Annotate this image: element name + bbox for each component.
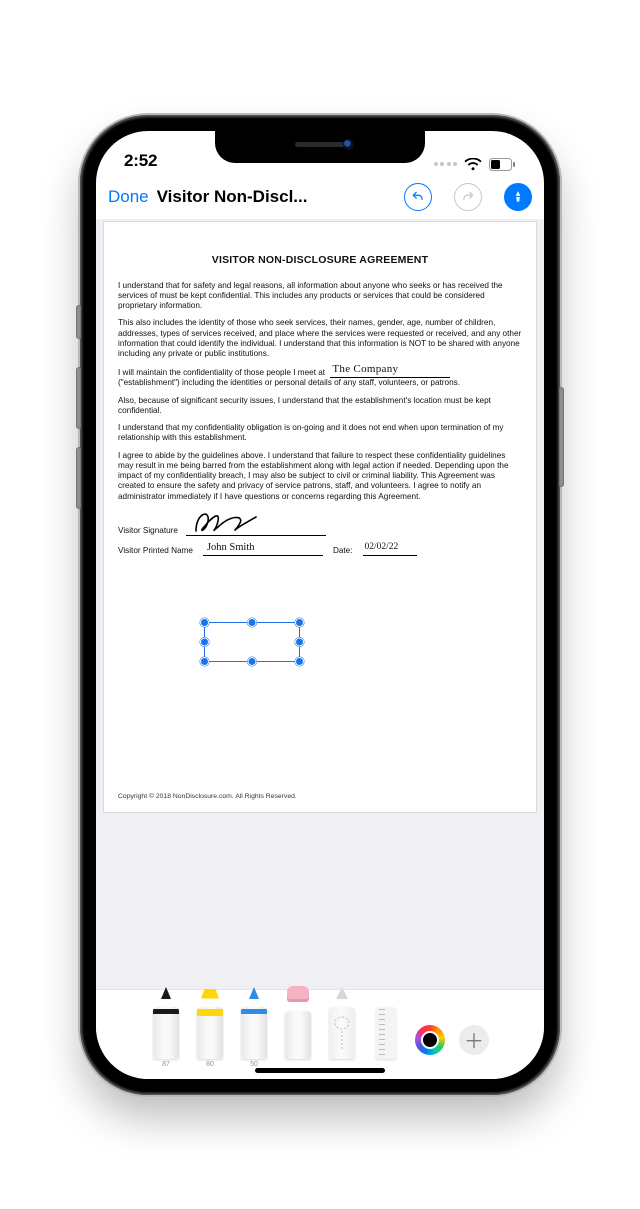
redo-button[interactable] bbox=[454, 183, 482, 211]
doc-heading: VISITOR NON-DISCLOSURE AGREEMENT bbox=[118, 254, 522, 267]
ruler-tool[interactable] bbox=[371, 999, 401, 1071]
notch bbox=[215, 131, 425, 163]
selection-handle-bm[interactable] bbox=[248, 657, 257, 666]
date-field: 02/02/22 bbox=[363, 544, 417, 556]
selection-handle-tm[interactable] bbox=[248, 618, 257, 627]
selection-rectangle[interactable] bbox=[204, 622, 300, 662]
signature-line bbox=[186, 524, 326, 536]
nav-bar: Done Visitor Non-Discl... bbox=[96, 175, 544, 219]
home-indicator[interactable] bbox=[255, 1068, 385, 1073]
add-annotation-button[interactable]: ＋ bbox=[459, 1025, 489, 1055]
paragraph-text: I will maintain the confidentiality of t… bbox=[118, 368, 325, 377]
signature-mark bbox=[190, 507, 260, 537]
tool-label: 87 bbox=[162, 1061, 170, 1071]
document-page[interactable]: VISITOR NON-DISCLOSURE AGREEMENT I under… bbox=[104, 222, 536, 812]
cellular-dots-icon bbox=[434, 162, 458, 166]
printed-name-field: John Smith bbox=[203, 544, 323, 556]
document-viewport[interactable]: VISITOR NON-DISCLOSURE AGREEMENT I under… bbox=[96, 219, 544, 989]
selection-handle-br[interactable] bbox=[295, 657, 304, 666]
tool-label: 80 bbox=[206, 1061, 214, 1071]
highlighter-tool[interactable]: 80 bbox=[195, 999, 225, 1071]
selection-handle-tr[interactable] bbox=[295, 618, 304, 627]
volume-up-button bbox=[76, 367, 81, 429]
selection-handle-tl[interactable] bbox=[200, 618, 209, 627]
paragraph: This also includes the identity of those… bbox=[118, 318, 522, 359]
screen: 2:52 Done Visitor Non-Discl... bbox=[96, 131, 544, 1079]
pen-tool[interactable]: 87 bbox=[151, 999, 181, 1071]
paragraph-text: ("establishment") including the identiti… bbox=[118, 378, 460, 387]
front-camera bbox=[343, 139, 354, 150]
printed-row: Visitor Printed Name John Smith Date: 02… bbox=[118, 544, 522, 556]
undo-button[interactable] bbox=[404, 183, 432, 211]
markup-tool-dock: 87 80 50 bbox=[96, 989, 544, 1079]
pencil-tool[interactable]: 50 bbox=[239, 999, 269, 1071]
volume-down-button bbox=[76, 447, 81, 509]
signature-row: Visitor Signature bbox=[118, 524, 522, 536]
paragraph: I agree to abide by the guidelines above… bbox=[118, 451, 522, 502]
speaker-grille bbox=[295, 142, 345, 147]
copyright-text: Copyright © 2018 NonDisclosure.com. All … bbox=[118, 793, 297, 801]
done-button[interactable]: Done bbox=[108, 187, 149, 207]
paragraph: I understand that for safety and legal r… bbox=[118, 281, 522, 312]
color-picker-button[interactable] bbox=[415, 1025, 445, 1055]
lasso-tool[interactable] bbox=[327, 999, 357, 1071]
eraser-tool[interactable] bbox=[283, 999, 313, 1071]
paragraph: I understand that my confidentiality obl… bbox=[118, 423, 522, 444]
date-label: Date: bbox=[333, 546, 353, 556]
stage: 2:52 Done Visitor Non-Discl... bbox=[0, 0, 640, 1209]
printed-name-value: John Smith bbox=[207, 541, 255, 554]
phone-frame: 2:52 Done Visitor Non-Discl... bbox=[80, 115, 560, 1095]
selection-handle-mr[interactable] bbox=[295, 637, 304, 646]
status-time: 2:52 bbox=[124, 151, 157, 171]
markup-button[interactable] bbox=[504, 183, 532, 211]
selection-handle-ml[interactable] bbox=[200, 637, 209, 646]
status-right bbox=[434, 158, 517, 171]
power-button bbox=[559, 387, 564, 487]
current-color-chip bbox=[421, 1031, 439, 1049]
selection-handle-bl[interactable] bbox=[200, 657, 209, 666]
battery-icon bbox=[489, 158, 516, 171]
signature-label: Visitor Signature bbox=[118, 526, 178, 536]
document-title: Visitor Non-Discl... bbox=[157, 187, 308, 207]
silent-switch bbox=[76, 305, 81, 339]
wifi-icon bbox=[464, 158, 482, 171]
printed-name-label: Visitor Printed Name bbox=[118, 546, 193, 556]
company-value: The Company bbox=[332, 363, 398, 377]
company-field: The Company bbox=[330, 366, 450, 378]
paragraph: Also, because of significant security is… bbox=[118, 396, 522, 417]
paragraph: I will maintain the confidentiality of t… bbox=[118, 366, 522, 388]
date-value: 02/02/22 bbox=[365, 542, 399, 554]
